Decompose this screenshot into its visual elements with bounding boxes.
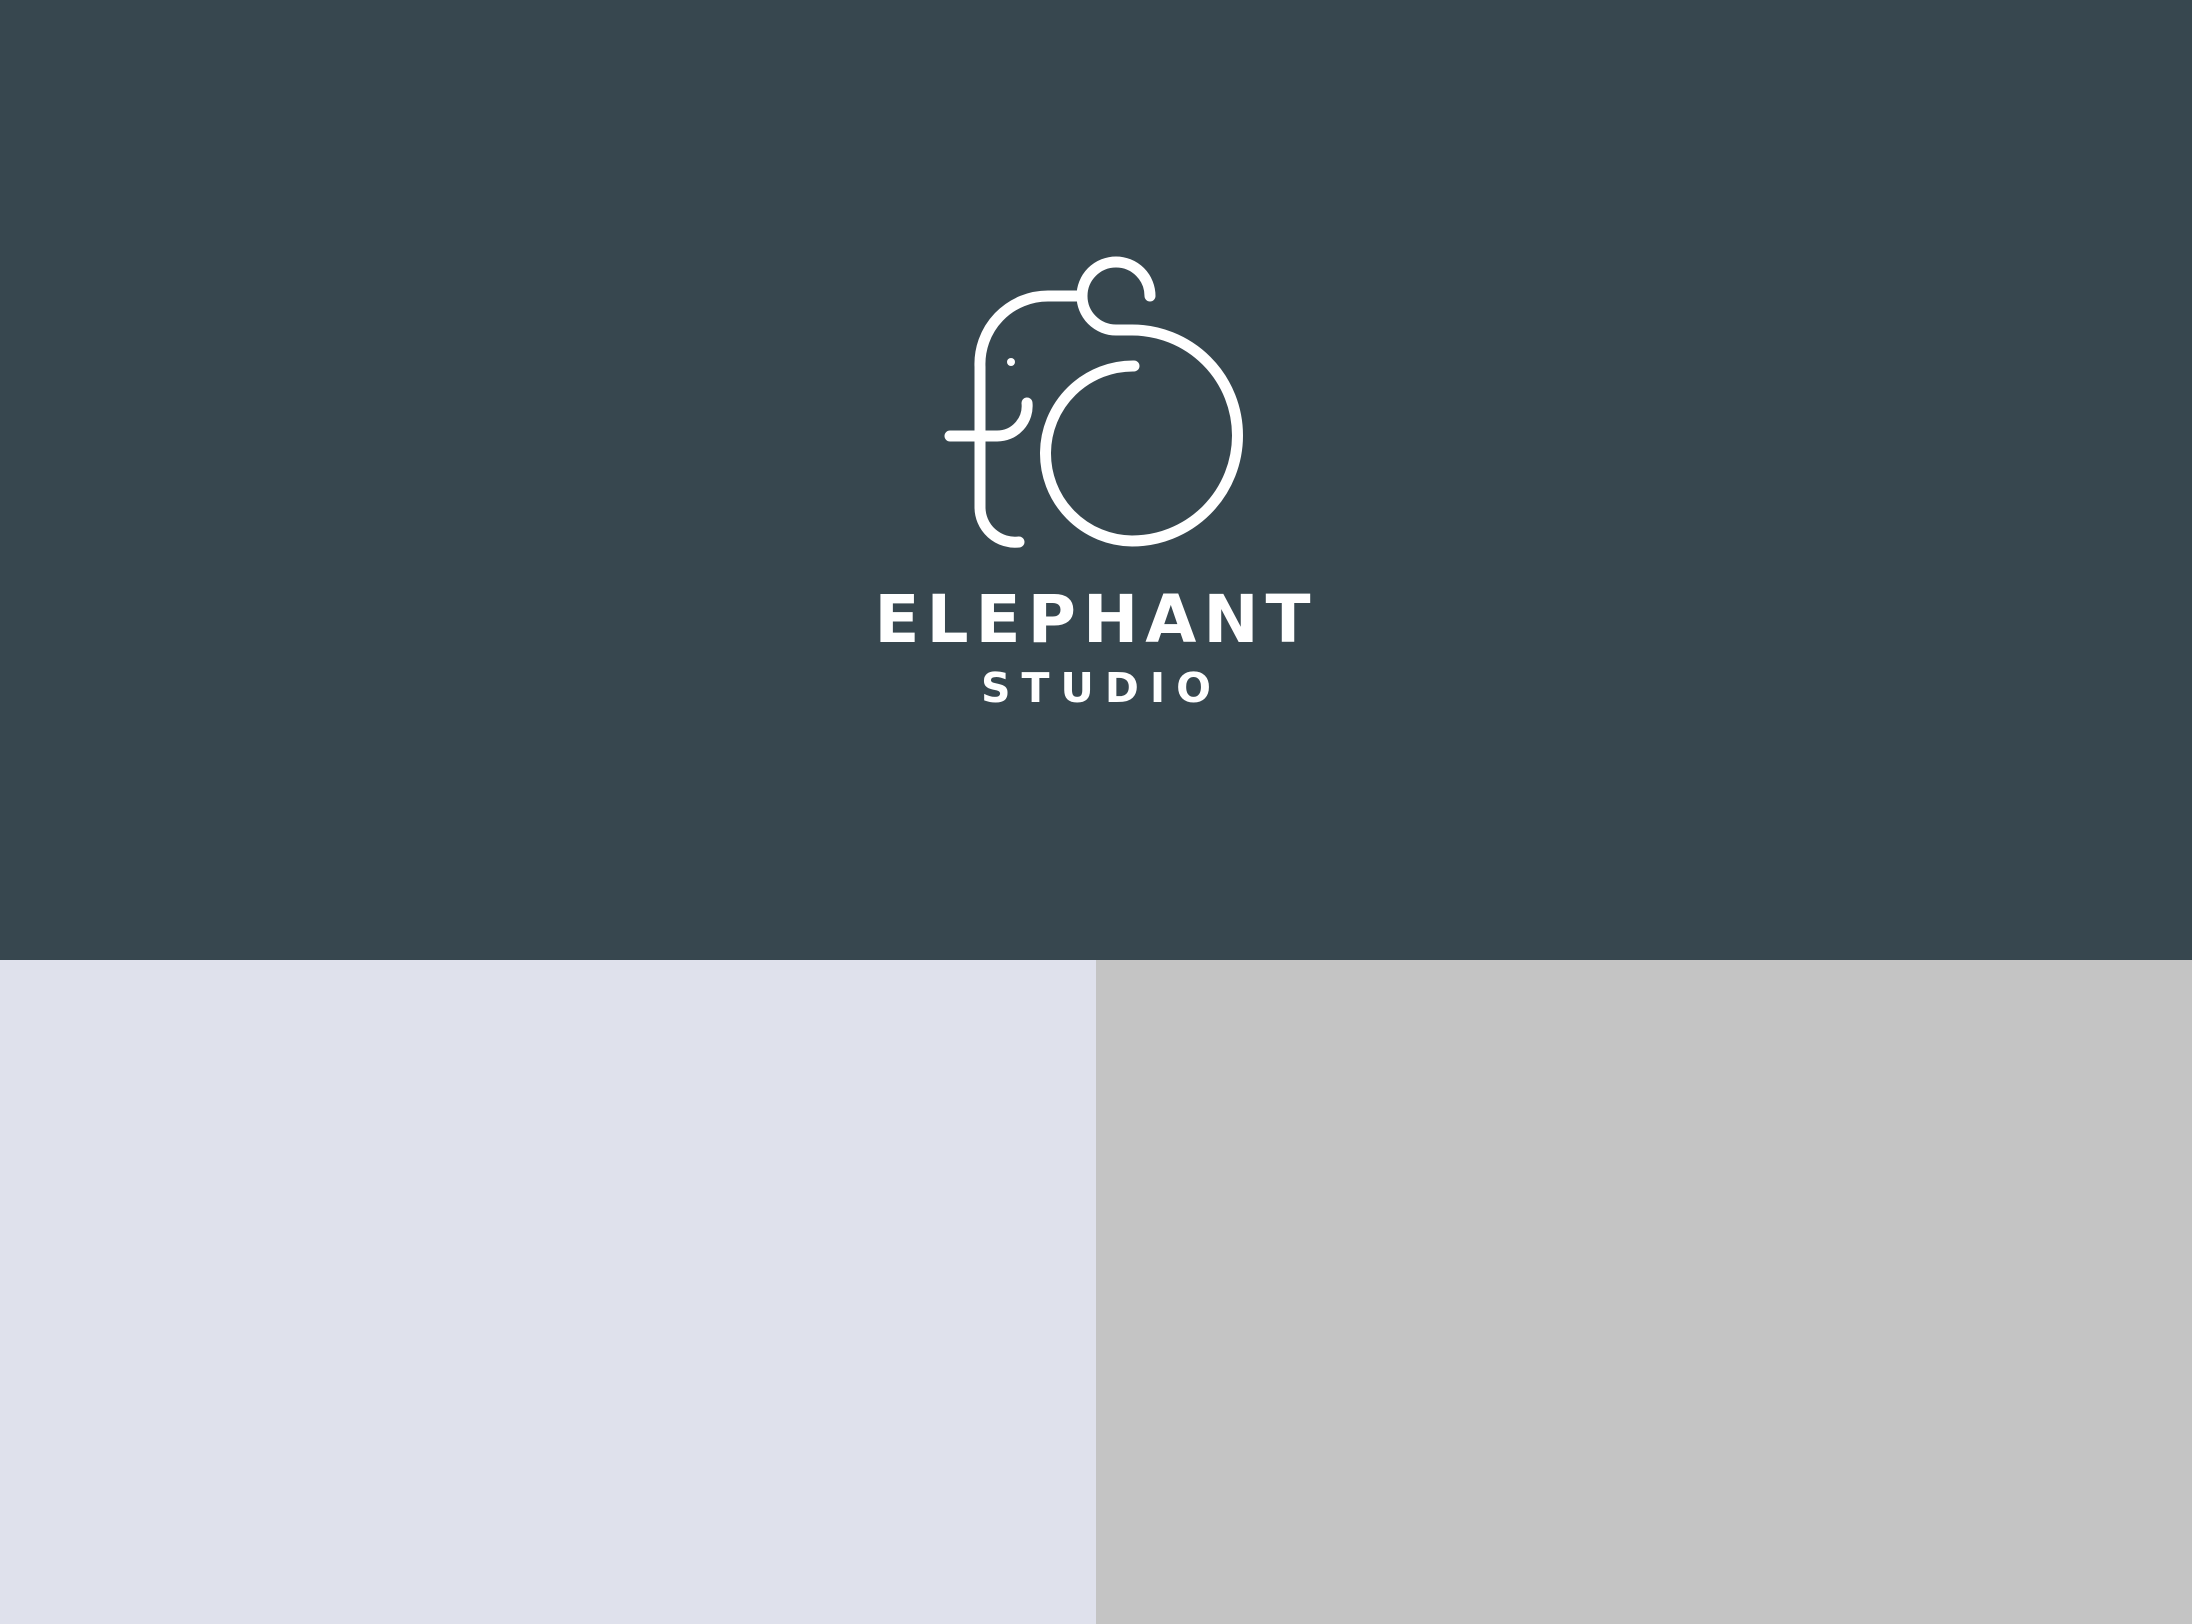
light-swatch-panel <box>0 960 1096 1624</box>
brand-name: ELEPHANT <box>874 581 1318 658</box>
gray-swatch-panel <box>1096 960 2192 1624</box>
elephant-line-icon <box>940 254 1250 549</box>
brand-subtitle: STUDIO <box>981 664 1222 712</box>
